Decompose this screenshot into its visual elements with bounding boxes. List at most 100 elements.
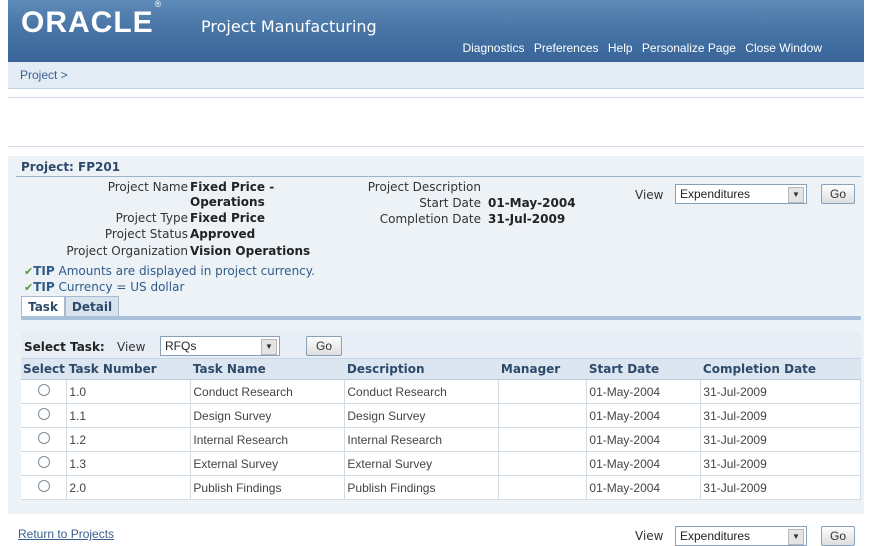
task-region: Select Task: View RFQs ▼ Go Select Task … [21, 332, 861, 500]
task-number-cell: 1.2 [66, 427, 192, 452]
completion-date-value: 31-Jul-2009 [488, 212, 566, 226]
footer-view-select-value: Expenditures [680, 529, 751, 543]
app-title: Project Manufacturing [201, 17, 377, 36]
help-link[interactable]: Help [608, 41, 633, 55]
chevron-down-icon: ▼ [788, 529, 804, 545]
global-links: Diagnostics Preferences Help Personalize… [456, 41, 822, 55]
start-date-cell: 01-May-2004 [586, 403, 702, 428]
diagnostics-link[interactable]: Diagnostics [462, 41, 524, 55]
task-number-cell: 1.3 [66, 451, 192, 476]
task-number-cell: 2.0 [66, 475, 192, 500]
check-icon: ✔ [24, 265, 34, 278]
task-go-button[interactable]: Go [306, 336, 342, 356]
row-select-cell [21, 379, 68, 404]
title-divider [16, 176, 861, 177]
column-header-task-number[interactable]: Task Number [66, 359, 191, 380]
manager-cell [498, 427, 588, 452]
chevron-down-icon: ▼ [261, 339, 277, 355]
column-header-manager[interactable]: Manager [498, 359, 587, 380]
column-header-description[interactable]: Description [344, 359, 499, 380]
description-cell: Design Survey [344, 403, 500, 428]
manager-cell [498, 451, 588, 476]
task-number-cell: 1.0 [66, 379, 192, 404]
row-select-radio[interactable] [37, 480, 50, 492]
project-panel: Project: FP201 Project Name Fixed Price … [8, 156, 864, 514]
table-header-row: Select Task Number Task Name Description… [21, 359, 861, 380]
select-task-bar: Select Task: View RFQs ▼ Go [21, 332, 861, 359]
completion-date-cell: 31-Jul-2009 [700, 403, 861, 428]
start-date-cell: 01-May-2004 [586, 475, 702, 500]
row-select-radio[interactable] [37, 408, 50, 420]
row-select-radio[interactable] [37, 456, 50, 468]
tab-underline [21, 316, 861, 320]
page-footer: Return to Projects View Expenditures ▼ G… [8, 514, 864, 546]
task-view-label: View [117, 340, 146, 354]
row-select-cell [21, 427, 68, 452]
table-row: 1.0 Conduct Research Conduct Research 01… [21, 379, 861, 404]
start-date-label: Start Date [419, 196, 481, 210]
table-row: 1.1 Design Survey Design Survey 01-May-2… [21, 403, 861, 428]
project-type-label: Project Type [115, 211, 188, 225]
description-cell: Publish Findings [344, 475, 500, 500]
preferences-link[interactable]: Preferences [534, 41, 599, 55]
task-number-cell: 1.1 [66, 403, 192, 428]
task-name-cell: Conduct Research [190, 379, 346, 404]
column-header-task-name[interactable]: Task Name [190, 359, 345, 380]
select-task-label: Select Task: [24, 340, 105, 354]
task-view-select-value: RFQs [165, 339, 197, 353]
table-row: 1.2 Internal Research Internal Research … [21, 427, 861, 452]
view-label: View [635, 188, 664, 202]
row-select-radio[interactable] [37, 384, 50, 396]
project-name-value-line1: Fixed Price - [190, 180, 275, 194]
oracle-logo: ORACLE® [21, 0, 163, 39]
completion-date-label: Completion Date [379, 212, 481, 226]
project-organization-value: Vision Operations [190, 244, 311, 258]
tip-currency: ✔TIP Currency = US dollar [24, 280, 185, 294]
description-cell: External Survey [344, 451, 500, 476]
row-select-cell [21, 451, 68, 476]
completion-date-cell: 31-Jul-2009 [700, 451, 861, 476]
column-header-completion-date[interactable]: Completion Date [700, 359, 861, 380]
task-view-select[interactable]: RFQs ▼ [160, 336, 280, 356]
tab-task[interactable]: Task [21, 296, 65, 317]
start-date-cell: 01-May-2004 [586, 379, 702, 404]
close-window-link[interactable]: Close Window [745, 41, 822, 55]
table-row: 1.3 External Survey External Survey 01-M… [21, 451, 861, 476]
row-select-cell [21, 475, 68, 500]
task-name-cell: External Survey [190, 451, 346, 476]
description-cell: Internal Research [344, 427, 500, 452]
footer-view-select[interactable]: Expenditures ▼ [675, 526, 807, 546]
project-description-label: Project Description [367, 180, 481, 194]
footer-go-button[interactable]: Go [821, 526, 855, 546]
completion-date-cell: 31-Jul-2009 [700, 379, 861, 404]
tab-detail[interactable]: Detail [65, 296, 119, 317]
breadcrumb-bar: Project > [8, 62, 864, 89]
manager-cell [498, 475, 588, 500]
project-status-label: Project Status [104, 227, 188, 241]
start-date-cell: 01-May-2004 [586, 451, 702, 476]
go-button[interactable]: Go [821, 184, 855, 204]
task-name-cell: Publish Findings [190, 475, 346, 500]
check-icon: ✔ [24, 281, 34, 294]
project-name-value-line2: Operations [190, 195, 265, 209]
app-header: ORACLE® Project Manufacturing Diagnostic… [8, 0, 864, 62]
personalize-page-link[interactable]: Personalize Page [642, 41, 736, 55]
row-select-cell [21, 403, 68, 428]
return-to-projects-link[interactable]: Return to Projects [18, 527, 114, 541]
start-date-cell: 01-May-2004 [586, 427, 702, 452]
chevron-down-icon: ▼ [788, 187, 804, 203]
view-select-value: Expenditures [680, 187, 751, 201]
manager-cell [498, 403, 588, 428]
table-row: 2.0 Publish Findings Publish Findings 01… [21, 475, 861, 500]
manager-cell [498, 379, 588, 404]
message-area [8, 97, 864, 147]
task-name-cell: Internal Research [190, 427, 346, 452]
view-select[interactable]: Expenditures ▼ [675, 184, 807, 204]
row-select-radio[interactable] [37, 432, 50, 444]
breadcrumb-project[interactable]: Project > [20, 68, 68, 82]
completion-date-cell: 31-Jul-2009 [700, 427, 861, 452]
column-header-start-date[interactable]: Start Date [586, 359, 701, 380]
page-title: Project: FP201 [21, 160, 121, 174]
start-date-value: 01-May-2004 [488, 196, 576, 210]
project-type-value: Fixed Price [190, 211, 266, 225]
